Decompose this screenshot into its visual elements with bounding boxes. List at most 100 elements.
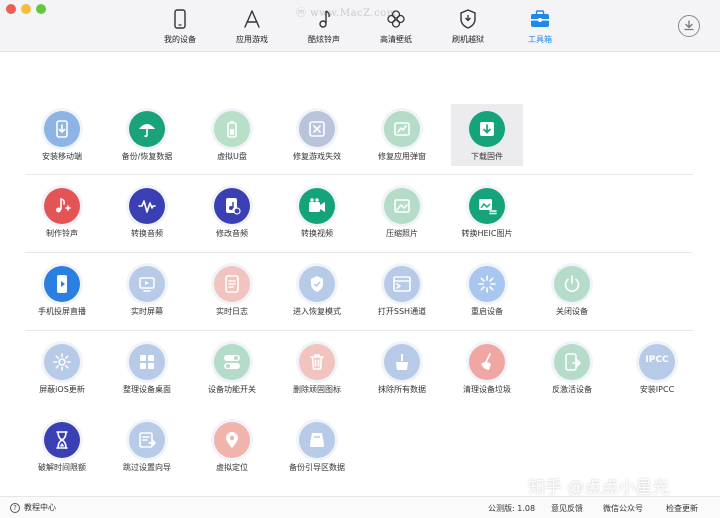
shield-icon [460,9,476,29]
help-icon: ? [10,502,20,513]
compress-photo-icon [394,199,410,213]
flower-icon [387,10,405,28]
nav-tab-4[interactable]: 高清壁纸 [361,8,431,48]
tool-icon-circle [214,188,250,224]
title-bar: ⓜ www.MacZ.com 我的设备 应用游戏 酷炫铃声 高清壁纸 刷机越狱 工具箱 [0,0,720,52]
tool-icon-circle [129,111,165,147]
power-icon [564,275,580,292]
tool-icon-circle [44,422,80,458]
row-divider [25,252,693,253]
nav-tab-label: 工具箱 [528,35,552,44]
tool-icon-circle [299,344,335,380]
tool-repair-popup[interactable]: 修复应用弹窗 [366,104,438,166]
tool-skip-guide[interactable]: 跳过设置向导 [111,415,183,477]
tool-hourglass[interactable]: 破解时间限额 [26,415,98,477]
repair-popup-icon [394,122,410,136]
tool-log[interactable]: 实时日志 [196,259,268,321]
tool-repair-game[interactable]: 修复游戏失效 [281,104,353,166]
tool-trash[interactable]: 删除顽固图标 [281,337,353,399]
tool-power[interactable]: 关闭设备 [536,259,608,321]
tool-restart[interactable]: 重启设备 [451,259,523,321]
nav-tab-label: 酷炫铃声 [308,35,340,44]
zoom-window-button[interactable] [36,4,46,14]
check-update-link[interactable]: 检查更新 [666,503,698,514]
tool-label: 下载固件 [471,152,503,161]
nav-tab-label: 高清壁纸 [380,35,412,44]
tool-deactivate[interactable]: 反激活设备 [536,337,608,399]
tool-edit-audio[interactable]: 修改音频 [196,181,268,243]
tool-video-camera[interactable]: 转换视频 [281,181,353,243]
tool-icon-circle [299,188,335,224]
phone-icon [174,9,186,29]
install-mobile-icon [56,120,68,138]
tool-screen-cast[interactable]: 手机投屏直播 [26,259,98,321]
tool-ssh[interactable]: 打开SSH通道 [366,259,438,321]
nav-tab-5[interactable]: 刷机越狱 [433,8,503,48]
music-note-icon [319,10,330,28]
tutorial-center-link[interactable]: ? 教程中心 [10,502,56,513]
ssh-icon [393,276,411,292]
tool-icon-circle [299,422,335,458]
tool-ipcc[interactable]: IPCC 安装IPCC [621,337,693,399]
nav-tab-2[interactable]: 应用游戏 [217,8,287,48]
feedback-link[interactable]: 意见反馈 [551,503,583,514]
tool-icon-circle [214,344,250,380]
trash-icon [310,354,324,370]
close-window-button[interactable] [6,4,16,14]
tool-location-pin[interactable]: 虚拟定位 [196,415,268,477]
gear-icon [53,353,71,371]
tool-ringtone[interactable]: 制作铃声 [26,181,98,243]
realtime-screen-icon [139,277,155,292]
nav-tab-label: 刷机越狱 [452,35,484,44]
tool-backup-boot[interactable]: 备份引导区数据 [281,415,353,477]
tool-grid[interactable]: 整理设备桌面 [111,337,183,399]
nav-tab-3[interactable]: 酷炫铃声 [289,8,359,48]
toggle-icon [224,355,240,369]
download-manager-button[interactable] [678,15,700,37]
minimize-window-button[interactable] [21,4,31,14]
tool-erase[interactable]: 抹除所有数据 [366,337,438,399]
tool-broom[interactable]: 清理设备垃圾 [451,337,523,399]
edit-audio-icon [226,198,241,215]
tool-toggle[interactable]: 设备功能开关 [196,337,268,399]
tool-download-firmware[interactable]: 下载固件 [451,104,523,166]
tool-icon-circle [214,111,250,147]
audio-wave-icon [138,200,156,213]
nav-tab-6[interactable]: 工具箱 [505,8,575,48]
repair-game-icon [309,121,325,137]
tool-icon-circle [44,111,80,147]
nav-tab-1[interactable]: 我的设备 [145,8,215,48]
tool-icon-circle [384,111,420,147]
tool-icon-circle [129,344,165,380]
wechat-link[interactable]: 微信公众号 [603,503,643,514]
tool-label: 安装IPCC [639,385,675,394]
tool-realtime-screen[interactable]: 实时屏幕 [111,259,183,321]
tool-usb-battery[interactable]: 虚拟U盘 [196,104,268,166]
tool-icon-circle [44,344,80,380]
location-pin-icon [226,432,238,448]
tool-heic-image[interactable]: 转换HEIC图片 [451,181,523,243]
tool-label: 关闭设备 [556,307,588,316]
recovery-shield-icon [311,276,323,292]
tool-install-mobile[interactable]: 安装移动端 [26,104,98,166]
tool-icon-circle [469,188,505,224]
toolbox-icon [531,10,549,27]
tool-compress-photo[interactable]: 压缩照片 [366,181,438,243]
tutorial-center-label: 教程中心 [24,503,56,512]
tool-icon-circle: IPCC [639,344,675,380]
grid-icon [140,355,154,369]
tool-icon-circle [384,344,420,380]
tool-audio-wave[interactable]: 转换音频 [111,181,183,243]
tool-icon-circle [129,188,165,224]
tool-icon-circle [384,188,420,224]
umbrella-icon [139,124,155,138]
tool-umbrella[interactable]: 备份/恢复数据 [111,104,183,166]
tool-icon-circle [44,266,80,302]
tool-recovery-shield[interactable]: 进入恢复模式 [281,259,353,321]
tool-icon-circle [384,266,420,302]
tool-gear[interactable]: 屏蔽iOS更新 [26,337,98,399]
nav-tab-label: 我的设备 [164,35,196,44]
hourglass-icon [56,431,68,449]
zhihu-watermark: 知乎 @点点小星光 [528,478,670,498]
tool-icon-circle [214,422,250,458]
